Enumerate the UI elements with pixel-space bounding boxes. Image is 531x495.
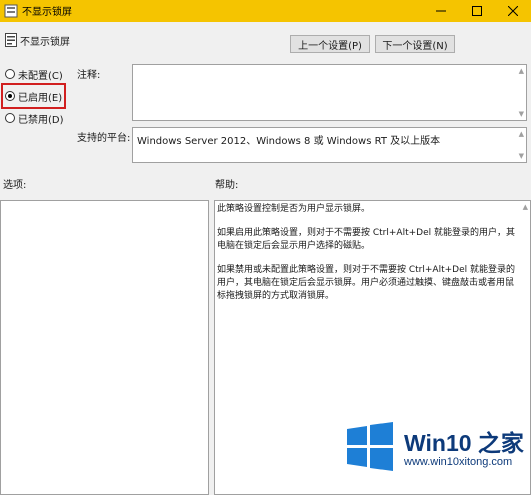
radio-disabled[interactable]: 已禁用(D) [5,111,64,126]
radio-button[interactable] [5,69,15,79]
watermark-url: www.win10xitong.com [404,456,513,468]
previous-setting-button[interactable]: 上一个设置(P) [290,35,370,53]
policy-setting-icon [5,33,17,47]
minimize-button[interactable] [423,0,459,22]
window-title: 不显示锁屏 [22,7,72,18]
maximize-icon [472,6,482,16]
help-paragraph: 如果禁用或未配置此策略设置，则对于不需要按 Ctrl+Alt+Del 就能登录的… [217,265,515,301]
scroll-up-icon[interactable]: ▲ [519,67,524,75]
supported-label: 支持的平台: [77,133,131,144]
radio-label: 未配置(C) [18,70,63,82]
options-pane [0,200,209,495]
minimize-icon [436,10,446,12]
radio-button[interactable] [5,113,15,123]
help-paragraph: 此策略设置控制是否为用户显示锁屏。 [217,204,371,214]
windows-logo-icon [347,422,393,471]
supported-value: Windows Server 2012、Windows 8 或 Windows … [137,136,441,147]
title-bar: 不显示锁屏 [0,0,531,22]
watermark-brand: Win10 之家 [404,430,524,456]
policy-app-icon [4,4,18,18]
close-icon [508,6,518,16]
maximize-button[interactable] [459,0,495,22]
scroll-up-icon[interactable]: ▲ [523,203,528,211]
help-paragraph: 如果启用此策略设置，则对于不需要按 Ctrl+Alt+Del 就能登录的用户，其… [217,228,515,251]
close-button[interactable] [495,0,531,22]
help-label: 帮助: [215,180,239,191]
radio-label: 已禁用(D) [18,114,64,126]
scroll-up-icon[interactable]: ▲ [519,130,524,138]
help-text: 此策略设置控制是否为用户显示锁屏。 如果启用此策略设置，则对于不需要按 Ctrl… [217,203,517,314]
policy-name: 不显示锁屏 [20,37,70,48]
comment-textbox[interactable]: ▲ ▼ [132,64,527,121]
comment-label: 注释: [77,70,101,81]
next-setting-button[interactable]: 下一个设置(N) [375,35,455,53]
supported-platforms-box: Windows Server 2012、Windows 8 或 Windows … [132,127,527,163]
options-label: 选项: [3,180,27,191]
scroll-down-icon[interactable]: ▼ [519,110,524,118]
scroll-down-icon[interactable]: ▼ [519,152,524,160]
radio-not-configured[interactable]: 未配置(C) [5,67,63,82]
highlight-box [1,83,66,109]
